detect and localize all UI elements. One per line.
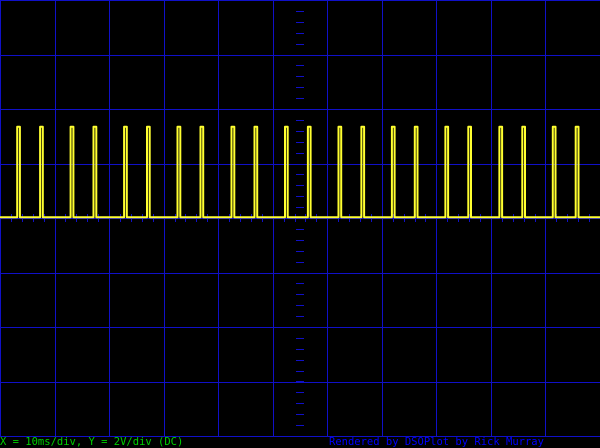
render-credit: Rendered by DSOPlot by Rick Murray bbox=[329, 436, 544, 448]
scale-readout: X = 10ms/div, Y = 2V/div (DC) bbox=[0, 436, 184, 448]
signal-trace bbox=[0, 125, 600, 219]
oscilloscope-plot bbox=[0, 0, 600, 437]
